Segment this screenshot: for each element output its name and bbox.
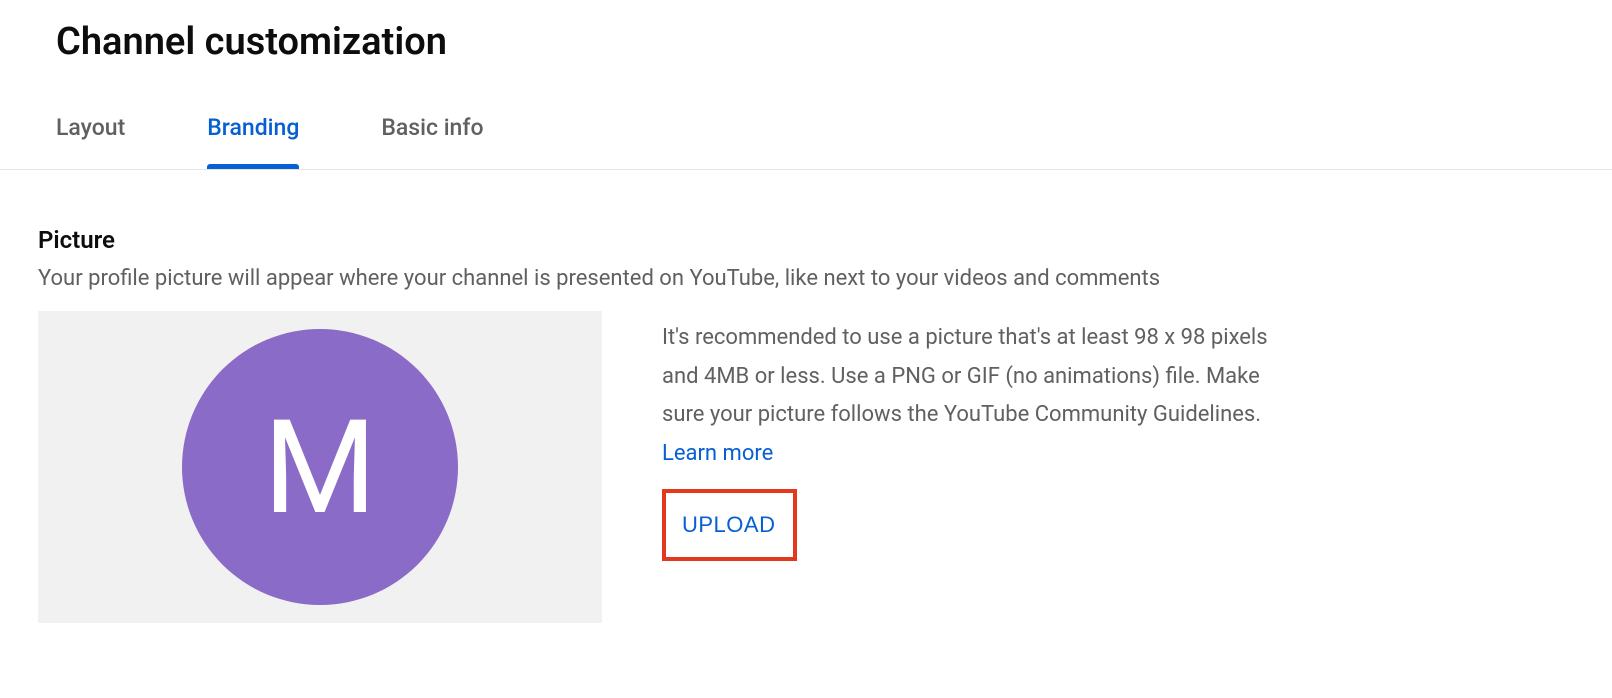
picture-recommendation: It's recommended to use a picture that's… bbox=[662, 319, 1302, 473]
learn-more-link[interactable]: Learn more bbox=[662, 441, 773, 466]
tab-branding[interactable]: Branding bbox=[207, 114, 299, 169]
tab-layout[interactable]: Layout bbox=[56, 114, 125, 169]
avatar: M bbox=[182, 329, 458, 605]
upload-highlight-box: UPLOAD bbox=[662, 489, 797, 561]
picture-row: M It's recommended to use a picture that… bbox=[38, 311, 1556, 623]
picture-info: It's recommended to use a picture that's… bbox=[662, 311, 1302, 623]
tab-basic-info[interactable]: Basic info bbox=[381, 114, 483, 169]
picture-heading: Picture bbox=[38, 226, 1556, 254]
page-title: Channel customization bbox=[56, 20, 1556, 64]
recommendation-text: It's recommended to use a picture that's… bbox=[662, 325, 1268, 427]
tabs-bar: Layout Branding Basic info bbox=[0, 114, 1612, 170]
upload-button[interactable]: UPLOAD bbox=[666, 496, 791, 554]
content-area: Picture Your profile picture will appear… bbox=[56, 170, 1556, 623]
picture-preview: M bbox=[38, 311, 602, 623]
picture-description: Your profile picture will appear where y… bbox=[38, 266, 1556, 291]
